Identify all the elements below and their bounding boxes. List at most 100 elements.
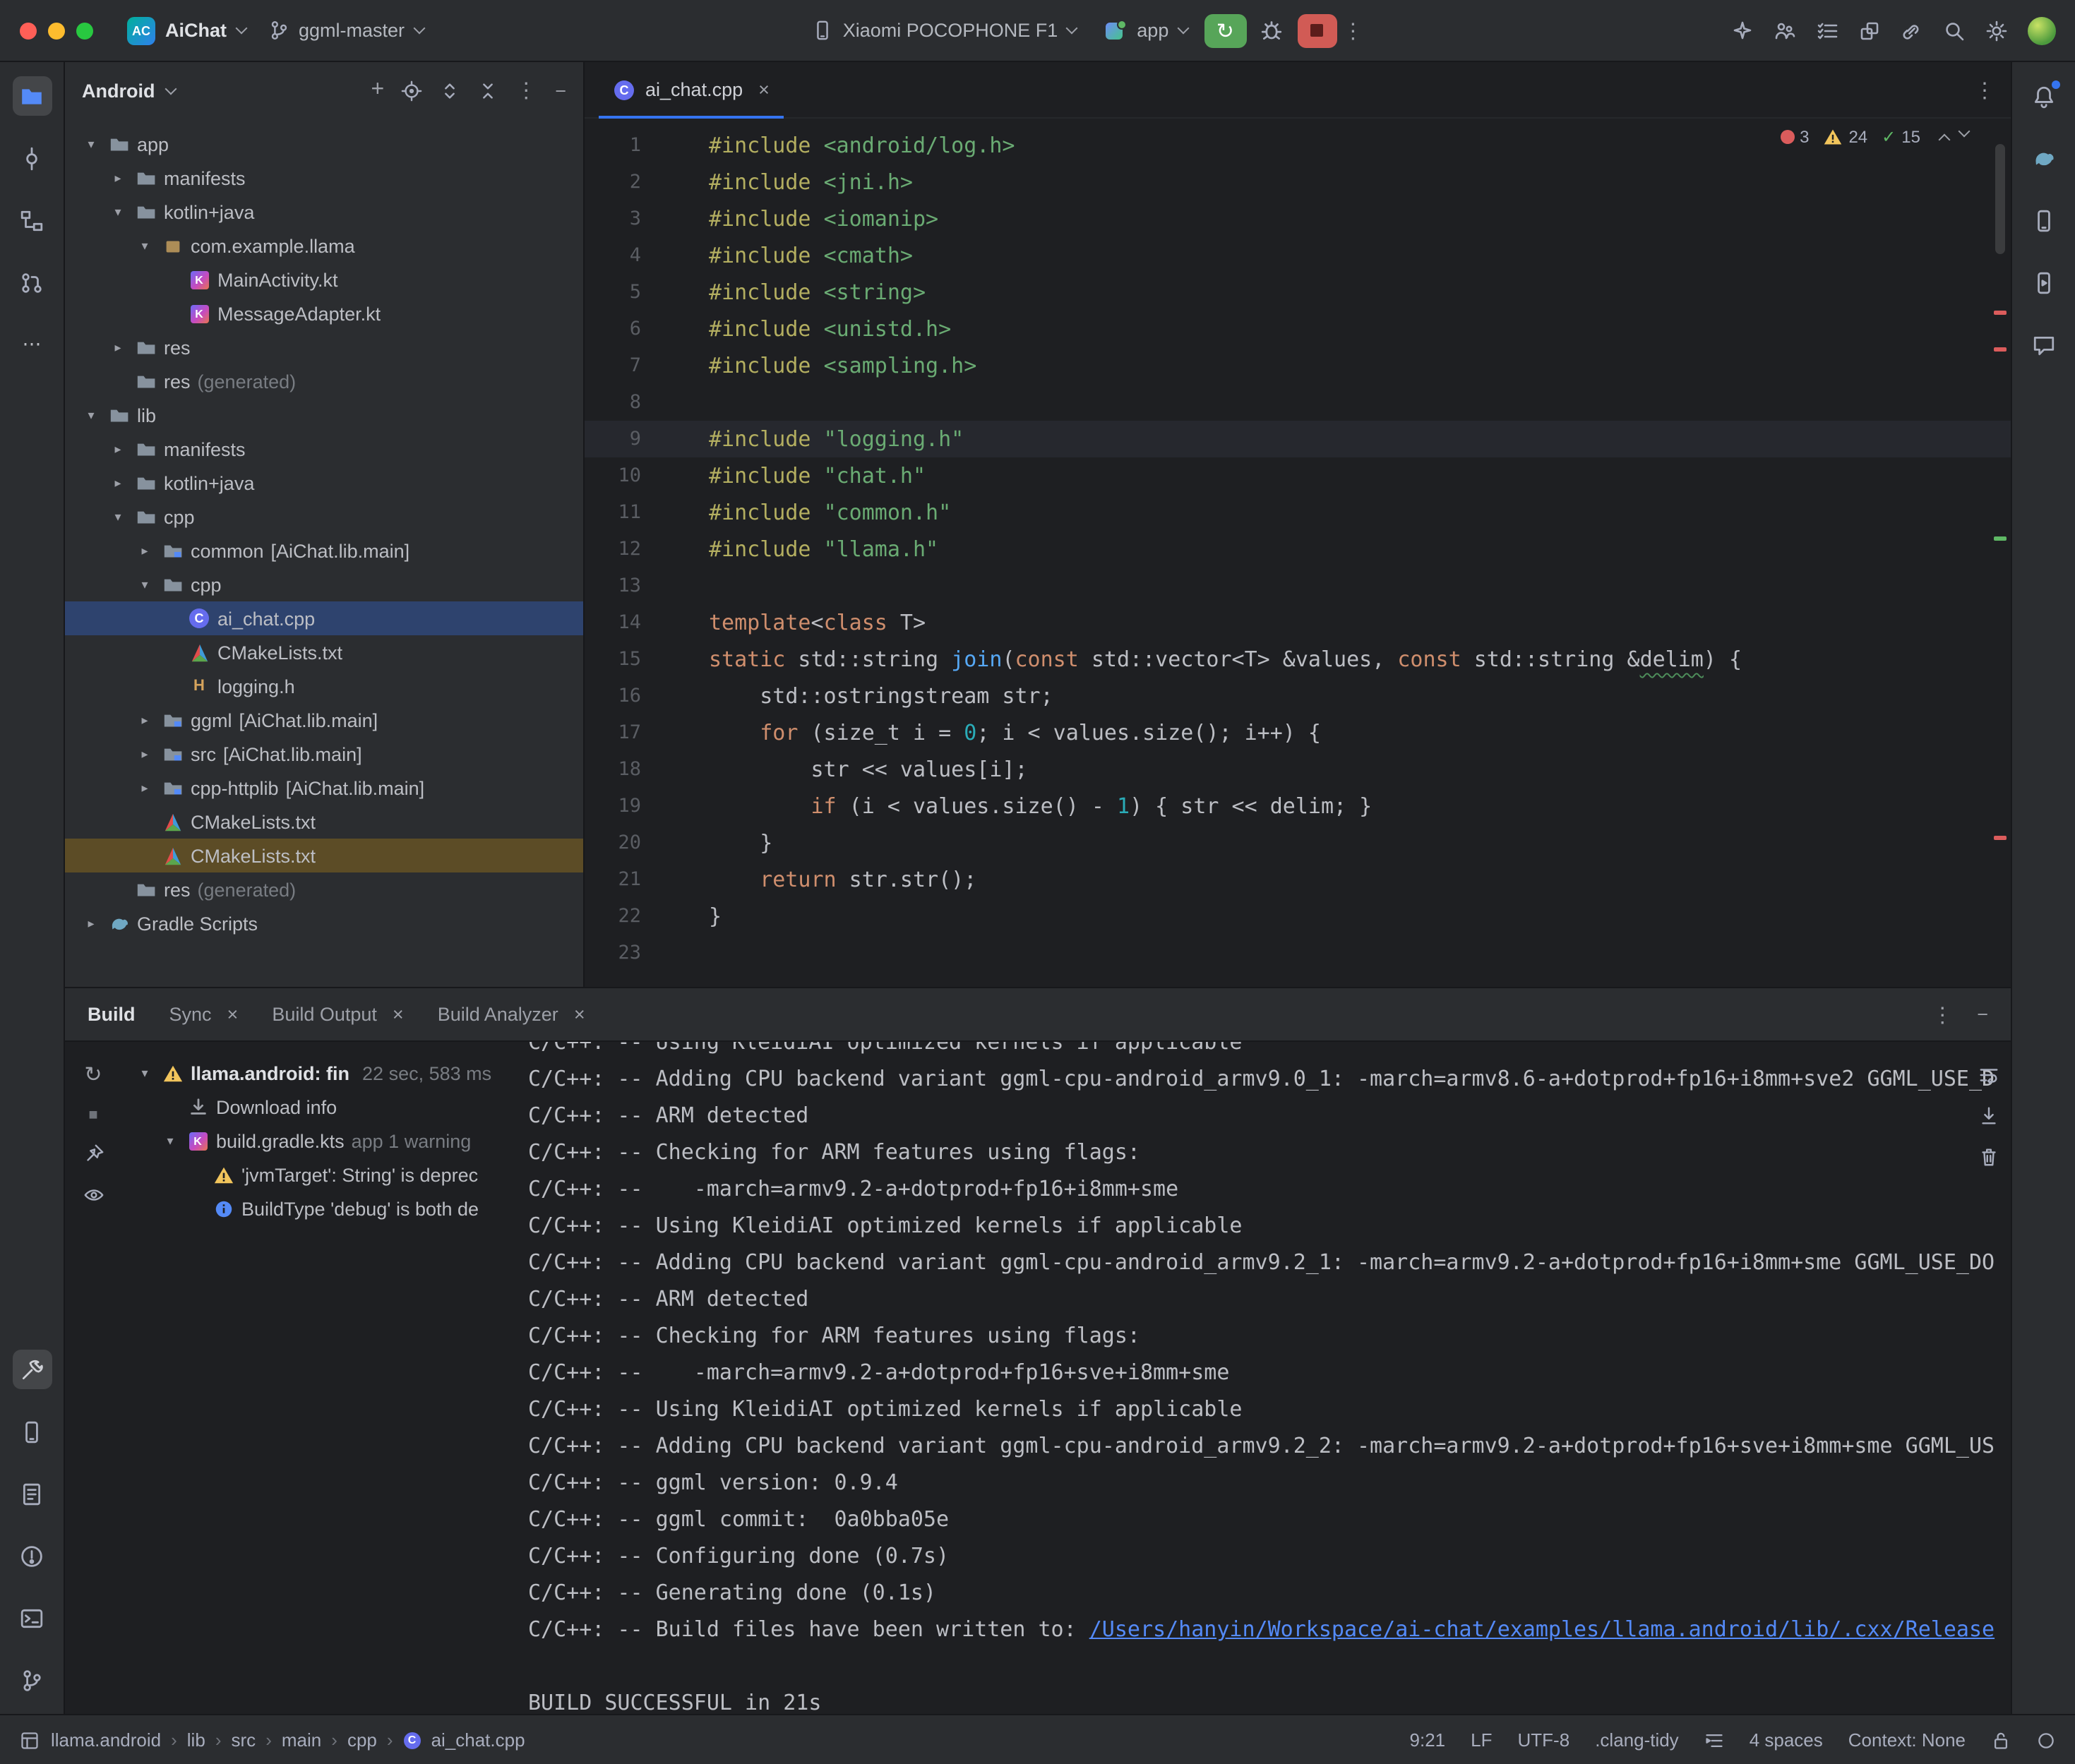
tree-item[interactable]: ▸manifests bbox=[65, 432, 583, 466]
line-number[interactable]: 7 bbox=[585, 347, 641, 384]
chevron-down-icon[interactable]: ▾ bbox=[136, 577, 154, 592]
line-number[interactable]: 22 bbox=[585, 898, 641, 935]
tree-item[interactable]: Download info bbox=[121, 1090, 514, 1124]
tab-sync[interactable]: Sync× bbox=[169, 1004, 239, 1025]
pin-icon[interactable] bbox=[83, 1144, 104, 1165]
link-icon[interactable] bbox=[1901, 19, 1923, 42]
code-line[interactable]: 18 str << values[i]; bbox=[585, 751, 2011, 788]
locate-file-icon[interactable] bbox=[401, 80, 422, 101]
tree-item[interactable]: CMakeLists.txt bbox=[65, 805, 583, 839]
tree-item[interactable]: ▾cpp bbox=[65, 568, 583, 601]
tree-item[interactable]: Hlogging.h bbox=[65, 669, 583, 703]
code-line[interactable]: 9#include "logging.h" bbox=[585, 421, 2011, 457]
rerun-build-icon[interactable]: ↻ bbox=[84, 1062, 102, 1087]
line-separator[interactable]: LF bbox=[1471, 1729, 1492, 1751]
scroll-to-end-icon[interactable] bbox=[1978, 1105, 1999, 1127]
gradle-tool-button[interactable] bbox=[2024, 138, 2064, 178]
commit-tool-button[interactable] bbox=[12, 138, 52, 178]
hide-build-panel-icon[interactable]: − bbox=[1977, 1004, 1988, 1025]
line-number[interactable]: 1 bbox=[585, 127, 641, 164]
line-number[interactable]: 20 bbox=[585, 824, 641, 861]
expand-all-icon[interactable] bbox=[439, 80, 460, 101]
chevron-down-icon[interactable]: ▾ bbox=[136, 1065, 154, 1081]
line-number[interactable]: 5 bbox=[585, 274, 641, 311]
build-options-icon[interactable]: ⋮ bbox=[1932, 1002, 1954, 1027]
rerun-button[interactable]: ↻ bbox=[1204, 13, 1246, 47]
chevron-right-icon[interactable]: ▸ bbox=[136, 712, 154, 728]
code-line[interactable]: 10#include "chat.h" bbox=[585, 457, 2011, 494]
line-number[interactable]: 2 bbox=[585, 164, 641, 200]
notifications-tool-button[interactable] bbox=[2024, 76, 2064, 116]
line-number[interactable]: 4 bbox=[585, 237, 641, 274]
passed-count[interactable]: ✓15 bbox=[1882, 127, 1920, 147]
chevron-right-icon[interactable]: ▸ bbox=[82, 916, 100, 931]
chevron-down-icon[interactable]: ▾ bbox=[136, 238, 154, 253]
tree-item[interactable]: ▾app bbox=[65, 127, 583, 161]
line-number[interactable]: 6 bbox=[585, 311, 641, 347]
breadcrumb-item[interactable]: src bbox=[232, 1729, 256, 1751]
code-line[interactable]: 14template<class T> bbox=[585, 604, 2011, 641]
code-line[interactable]: 11#include "common.h" bbox=[585, 494, 2011, 531]
run-configuration-selector[interactable]: app bbox=[1093, 13, 1198, 47]
minimize-window-button[interactable] bbox=[48, 22, 65, 39]
line-number[interactable]: 15 bbox=[585, 641, 641, 678]
task-list-icon[interactable] bbox=[1816, 19, 1838, 42]
chevron-right-icon[interactable]: ▸ bbox=[136, 746, 154, 762]
indent-icon[interactable] bbox=[1704, 1730, 1724, 1750]
status-indicator-icon[interactable] bbox=[2036, 1730, 2056, 1750]
line-number[interactable]: 8 bbox=[585, 384, 641, 421]
chevron-down-icon[interactable]: ▾ bbox=[82, 136, 100, 152]
code-line[interactable]: 19 if (i < values.size() - 1) { str << d… bbox=[585, 788, 2011, 824]
tree-item[interactable]: ▸cpp-httplib[AiChat.lib.main] bbox=[65, 771, 583, 805]
vcs-branch-selector[interactable]: ggml-master bbox=[256, 14, 434, 47]
code-line[interactable]: 12#include "llama.h" bbox=[585, 531, 2011, 568]
terminal-tool-button[interactable] bbox=[12, 1598, 52, 1638]
collapse-all-icon[interactable] bbox=[477, 80, 498, 101]
chevron-down-icon[interactable]: ▾ bbox=[82, 407, 100, 423]
breadcrumb-item[interactable]: ai_chat.cpp bbox=[431, 1729, 525, 1751]
app-quality-insights-tool-button[interactable] bbox=[2024, 325, 2064, 364]
tree-item[interactable]: ▸kotlin+java bbox=[65, 466, 583, 500]
editor-options-icon[interactable]: ⋮ bbox=[1974, 78, 1997, 102]
build-console[interactable]: C/C++: -- Using KleidiAI optimized kerne… bbox=[514, 1042, 2011, 1714]
error-stripe[interactable] bbox=[1988, 119, 2011, 987]
build-tool-button[interactable] bbox=[12, 1350, 52, 1389]
error-stripe-mark[interactable] bbox=[1994, 836, 2007, 840]
line-number[interactable]: 13 bbox=[585, 568, 641, 604]
tree-item[interactable]: KMainActivity.kt bbox=[65, 263, 583, 296]
structure-tool-button[interactable] bbox=[12, 200, 52, 240]
tree-item[interactable]: ▾Kbuild.gradle.ktsapp 1 warning bbox=[121, 1124, 514, 1158]
error-count[interactable]: 3 bbox=[1780, 127, 1809, 147]
line-number[interactable]: 10 bbox=[585, 457, 641, 494]
line-number[interactable]: 11 bbox=[585, 494, 641, 531]
tree-item[interactable]: ▸common[AiChat.lib.main] bbox=[65, 534, 583, 568]
code-line[interactable]: 8 bbox=[585, 384, 2011, 421]
tree-item[interactable]: Cai_chat.cpp bbox=[65, 601, 583, 635]
tab-build-output[interactable]: Build Output× bbox=[272, 1004, 403, 1025]
settings-gear-icon[interactable] bbox=[1985, 19, 2008, 42]
stripe-mark-green[interactable] bbox=[1994, 536, 2007, 541]
code-editor[interactable]: 1#include <android/log.h>2#include <jni.… bbox=[585, 119, 2011, 987]
zoom-window-button[interactable] bbox=[76, 22, 93, 39]
soft-wrap-icon[interactable] bbox=[1978, 1064, 1999, 1086]
code-line[interactable]: 13 bbox=[585, 568, 2011, 604]
chevron-right-icon[interactable]: ▸ bbox=[109, 340, 127, 355]
code-line[interactable]: 16 std::ostringstream str; bbox=[585, 678, 2011, 714]
search-icon[interactable] bbox=[1943, 19, 1966, 42]
line-number[interactable]: 9 bbox=[585, 421, 641, 457]
run-more-options-icon[interactable]: ⋮ bbox=[1342, 18, 1365, 43]
project-selector[interactable]: AC AiChat bbox=[116, 11, 256, 50]
running-devices-tool-button[interactable] bbox=[2024, 263, 2064, 302]
plugins-icon[interactable] bbox=[1858, 19, 1881, 42]
tree-item[interactable]: ▸ggml[AiChat.lib.main] bbox=[65, 703, 583, 737]
close-tab-icon[interactable]: × bbox=[574, 1004, 585, 1025]
tree-item[interactable]: ▾cpp bbox=[65, 500, 583, 534]
lock-icon[interactable] bbox=[1991, 1730, 2011, 1750]
chevron-right-icon[interactable]: ▸ bbox=[136, 780, 154, 796]
tree-item[interactable]: CMakeLists.txt bbox=[65, 839, 583, 872]
logcat-tool-button[interactable] bbox=[12, 1474, 52, 1513]
close-tab-icon[interactable]: × bbox=[393, 1004, 404, 1025]
stop-build-icon[interactable]: ■ bbox=[88, 1107, 97, 1124]
code-line[interactable]: 15static std::string join(const std::vec… bbox=[585, 641, 2011, 678]
clear-console-icon[interactable] bbox=[1978, 1146, 1999, 1168]
